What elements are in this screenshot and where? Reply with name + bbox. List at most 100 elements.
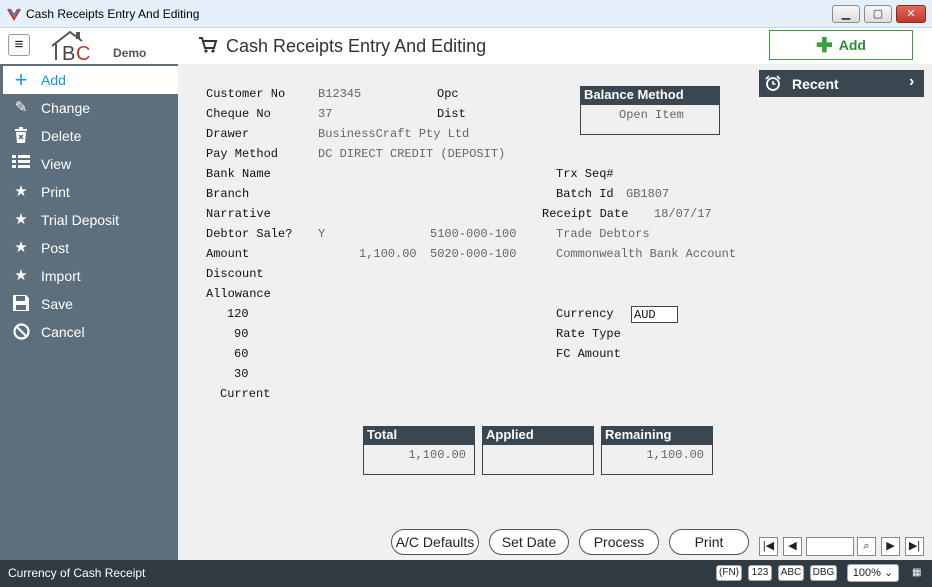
num-indicator: 123 [748, 565, 772, 581]
debtor-account-name: Trade Debtors [556, 227, 650, 241]
remaining-value: 1,100.00 [646, 448, 704, 462]
grid-icon[interactable]: ▦ [912, 567, 921, 578]
allowance-label: Allowance [206, 287, 271, 301]
amount-field[interactable]: 1,100.00 [359, 247, 417, 261]
star-icon: ★ [14, 211, 28, 228]
fn-indicator: (FN) [716, 565, 742, 581]
sidebar-item-label: Add [41, 72, 66, 88]
add-button[interactable]: ✚ Add [769, 30, 913, 60]
trash-icon [12, 127, 30, 145]
cancel-icon [12, 323, 30, 341]
sidebar-item-cancel[interactable]: Cancel [0, 318, 178, 346]
add-button-label: Add [838, 37, 866, 53]
aging-60-label: 60 [234, 347, 249, 361]
window-title: Cash Receipts Entry And Editing [26, 7, 200, 21]
sidebar-item-save[interactable]: Save [0, 290, 178, 318]
opc-label: Opc [437, 87, 459, 101]
record-search-input[interactable] [806, 537, 854, 556]
debtor-sale-label: Debtor Sale? [206, 227, 293, 241]
svg-text:B: B [62, 43, 75, 64]
amount-account-name: Commonwealth Bank Account [556, 247, 737, 261]
rate-type-label: Rate Type [556, 327, 621, 341]
star-icon: ★ [14, 239, 28, 256]
sidebar-item-post[interactable]: ★ Post [0, 234, 178, 262]
aging-120-label: 120 [227, 307, 249, 321]
drawer-label: Drawer [206, 127, 250, 141]
recent-panel[interactable]: Recent › [759, 70, 924, 97]
set-date-button[interactable]: Set Date [489, 529, 569, 555]
balance-method-value: Open Item [619, 108, 684, 122]
ac-defaults-button[interactable]: A/C Defaults [391, 529, 479, 555]
sidebar-item-change[interactable]: ✎ Change [0, 94, 178, 122]
total-box: 1,100.00 [363, 444, 475, 475]
list-icon [12, 155, 30, 173]
app-header: ≡ B C Demo Cash Receipts Entry And Editi… [0, 28, 932, 64]
total-header: Total [363, 426, 475, 444]
last-page-icon[interactable]: ▶| [905, 537, 924, 556]
receipt-date-field[interactable]: 18/07/17 [654, 207, 712, 221]
cheque-no-field[interactable]: 37 [318, 107, 332, 121]
drawer-field[interactable]: BusinessCraft Pty Ltd [318, 127, 469, 141]
pay-method-field[interactable]: DC DIRECT CREDIT (DEPOSIT) [318, 147, 505, 161]
prev-page-icon[interactable]: ◀ [783, 537, 802, 556]
currency-value: AUD [634, 308, 656, 322]
cheque-no-label: Cheque No [206, 107, 271, 121]
process-button[interactable]: Process [579, 529, 659, 555]
star-icon: ★ [14, 267, 28, 284]
customer-no-field[interactable]: B12345 [318, 87, 361, 101]
narrative-label: Narrative [206, 207, 271, 221]
dist-label: Dist [437, 107, 466, 121]
sidebar-item-trial-deposit[interactable]: ★ Trial Deposit [0, 206, 178, 234]
sidebar-item-add[interactable]: + Add [3, 66, 178, 94]
debtor-account-field[interactable]: 5100-000-100 [430, 227, 516, 241]
sidebar-item-view[interactable]: View [0, 150, 178, 178]
search-icon[interactable]: ⌕ [857, 537, 876, 556]
balance-method-box: Open Item [580, 104, 720, 135]
applied-header: Applied [482, 426, 594, 444]
remaining-header: Remaining [601, 426, 713, 444]
discount-label: Discount [206, 267, 264, 281]
balance-method-header: Balance Method [580, 86, 720, 104]
plus-icon: + [14, 67, 28, 92]
app-icon [7, 8, 21, 21]
main-form [178, 64, 932, 560]
sidebar-item-label: Trial Deposit [41, 212, 120, 228]
pay-method-label: Pay Method [206, 147, 279, 161]
save-icon [12, 295, 30, 313]
status-message: Currency of Cash Receipt [8, 566, 146, 580]
sidebar-item-label: Print [41, 184, 70, 200]
chevron-down-icon: ⌄ [883, 567, 894, 579]
minimize-button[interactable]: ▁ [832, 5, 860, 23]
receipt-date-label: Receipt Date [542, 207, 629, 221]
aging-90-label: 90 [234, 327, 249, 341]
branch-label: Branch [206, 187, 250, 201]
batch-id-field[interactable]: GB1807 [626, 187, 669, 201]
sidebar-item-label: Change [41, 100, 91, 116]
chevron-right-icon: › [909, 73, 915, 90]
close-button[interactable]: ✕ [896, 5, 926, 23]
sidebar-item-label: Save [41, 296, 73, 312]
sidebar-item-label: View [41, 156, 72, 172]
status-bar: Currency of Cash Receipt (FN) 123 ABC DB… [0, 560, 932, 587]
sidebar: + Add ✎ Change Delete View ★ Print ★ Tri… [0, 64, 178, 560]
sidebar-item-print[interactable]: ★ Print [0, 178, 178, 206]
sidebar-item-import[interactable]: ★ Import [0, 262, 178, 290]
zoom-select[interactable]: 100% ⌄ [847, 564, 899, 582]
dbg-indicator: DBG [810, 565, 837, 581]
plus-icon: ✚ [816, 35, 833, 57]
sidebar-item-delete[interactable]: Delete [0, 122, 178, 150]
hamburger-menu-icon[interactable]: ≡ [8, 34, 30, 56]
cart-icon [199, 37, 218, 53]
amount-account-field[interactable]: 5020-000-100 [430, 247, 516, 261]
sidebar-item-label: Delete [41, 128, 82, 144]
first-page-icon[interactable]: |◀ [759, 537, 778, 556]
print-button[interactable]: Print [669, 529, 749, 555]
debtor-sale-field[interactable]: Y [318, 227, 325, 241]
abc-indicator: ABC [778, 565, 804, 581]
next-page-icon[interactable]: ▶ [881, 537, 900, 556]
sidebar-item-label: Post [41, 240, 70, 256]
maximize-button[interactable]: ▢ [864, 5, 892, 23]
total-value: 1,100.00 [408, 448, 466, 462]
currency-input[interactable]: AUD [631, 306, 678, 323]
customer-no-label: Customer No [206, 87, 286, 101]
